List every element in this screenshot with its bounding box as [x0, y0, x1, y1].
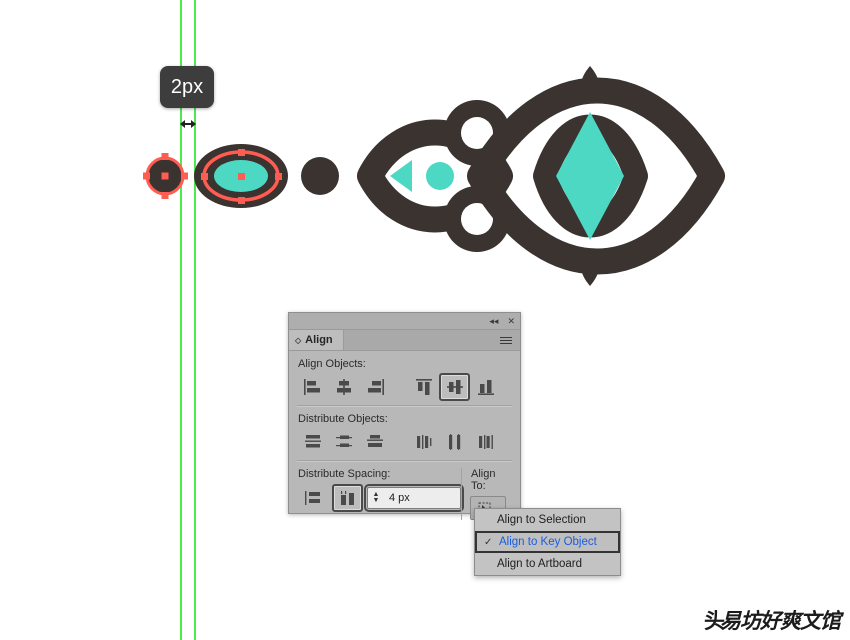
align-objects-label: Align Objects: — [298, 358, 366, 370]
watermark-part2: 易坊好爽文馆 — [720, 609, 841, 633]
align-panel: ◂◂ ✕ ◇ Align Align Objects: Distribute O… — [288, 312, 521, 520]
measurement-tooltip: 2px — [160, 66, 214, 108]
spacing-stepper[interactable]: ▲ ▼ — [368, 491, 384, 504]
tab-align[interactable]: ◇ Align — [289, 330, 344, 350]
horizontal-align-left-button[interactable] — [297, 373, 328, 401]
menu-item-label: Align to Selection — [497, 514, 586, 526]
align-to-label: Align To: — [471, 468, 496, 492]
horizontal-resize-arrows-icon — [178, 117, 198, 131]
diamond-toggle-icon: ◇ — [295, 335, 302, 345]
panel-tabbar: ◇ Align — [289, 330, 520, 351]
watermark: 头易坊好爽文馆 — [704, 605, 841, 635]
hamburger-menu-icon[interactable] — [496, 330, 520, 350]
horizontal-distribute-spacing-button[interactable] — [332, 484, 363, 512]
collapse-icon[interactable]: ◂◂ — [489, 316, 498, 326]
section-divider-2 — [297, 460, 512, 462]
vertical-align-bottom-button[interactable] — [470, 373, 501, 401]
vertical-distribute-bottom-button[interactable] — [359, 428, 390, 456]
vertical-align-top-button[interactable] — [408, 373, 439, 401]
horizontal-align-right-button[interactable] — [359, 373, 390, 401]
tabbar-spacer — [344, 330, 496, 350]
horizontal-distribute-right-button[interactable] — [470, 428, 501, 456]
tooltip-value: 2px — [170, 75, 204, 98]
double-arrow-glyph — [180, 120, 196, 128]
section-divider-1 — [297, 405, 512, 407]
close-icon[interactable]: ✕ — [507, 316, 515, 326]
align-to-dropdown-menu: Align to Selection ✓ Align to Key Object… — [474, 508, 621, 576]
vertical-align-center-button[interactable] — [439, 373, 470, 401]
distribute-spacing-group: Distribute Spacing: ▲ ▼ 4 px — [297, 468, 464, 520]
distribute-spacing-controls: ▲ ▼ 4 px — [297, 484, 464, 512]
panel-topbar: ◂◂ ✕ — [289, 313, 520, 330]
align-objects-row — [297, 373, 512, 401]
panel-body: Align Objects: Distribute Objects: Distr… — [289, 351, 520, 520]
menu-item-align-to-artboard[interactable]: Align to Artboard — [475, 553, 620, 575]
spacing-value-field[interactable]: ▲ ▼ 4 px — [364, 484, 464, 512]
horizontal-distribute-center-button[interactable] — [439, 428, 470, 456]
menu-item-align-to-selection[interactable]: Align to Selection — [475, 509, 620, 531]
vertical-distribute-top-button[interactable] — [297, 428, 328, 456]
canvas-stage: 2px ◂◂ ✕ ◇ Align Align Objects: Distribu… — [0, 0, 850, 640]
vertical-distribute-spacing-button[interactable] — [297, 484, 328, 512]
distribute-objects-row — [297, 429, 512, 455]
vertical-distribute-center-button[interactable] — [328, 428, 359, 456]
menu-item-align-to-key-object[interactable]: ✓ Align to Key Object — [475, 531, 620, 553]
menu-item-label: Align to Artboard — [497, 558, 583, 570]
spacing-value: 4 px — [389, 492, 410, 504]
checkmark-icon: ✓ — [484, 536, 493, 548]
stepper-down-icon[interactable]: ▼ — [373, 497, 380, 504]
panel-title: Align — [305, 334, 333, 346]
distribute-spacing-label: Distribute Spacing: — [298, 468, 391, 480]
horizontal-distribute-left-button[interactable] — [408, 428, 439, 456]
menu-item-label: Align to Key Object — [499, 536, 597, 548]
distribute-objects-label: Distribute Objects: — [298, 413, 388, 425]
horizontal-align-center-button[interactable] — [328, 373, 359, 401]
